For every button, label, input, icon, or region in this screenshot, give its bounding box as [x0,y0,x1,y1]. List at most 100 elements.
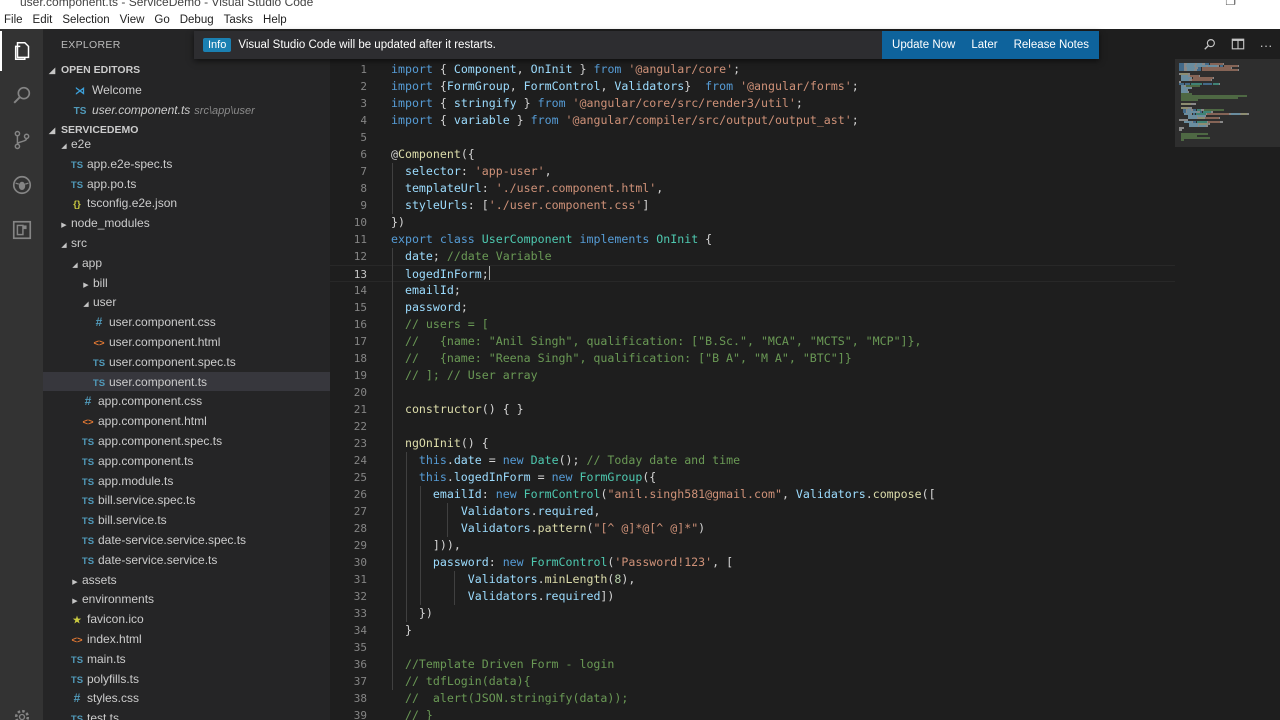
tree-file[interactable]: ★ favicon.ico [43,609,330,629]
tree-file[interactable]: TS main.ts [43,649,330,669]
code-line[interactable]: 16 // users = [ [330,316,1175,333]
code-line[interactable]: 23 ngOnInit() { [330,435,1175,452]
tree-file[interactable]: TS app.e2e-spec.ts [43,154,330,174]
code-editor[interactable]: 1 import { Component, OnInit } from '@ang… [330,59,1175,720]
open-editor-user-component-ts[interactable]: TS user.component.ts src\app\user [43,100,330,120]
code-line[interactable]: 38 // alert(JSON.stringify(data)); [330,690,1175,707]
tree-item-label: tsconfig.e2e.json [87,196,178,211]
code-line[interactable]: 36 //Template Driven Form - login [330,656,1175,673]
search-icon[interactable] [0,75,43,115]
code-line[interactable]: 15 password; [330,299,1175,316]
code-line[interactable]: 14 emailId; [330,282,1175,299]
code-line[interactable]: 7 selector: 'app-user', [330,163,1175,180]
code-line[interactable]: 27 Validators.required, [330,503,1175,520]
code-line[interactable]: 28 Validators.pattern("[^ @]*@[^ @]*") [330,520,1175,537]
code-line[interactable]: 26 emailId: new FormControl("anil.singh5… [330,486,1175,503]
menu-debug[interactable]: Debug [175,12,219,29]
code-line[interactable]: 19 // ]; // User array [330,367,1175,384]
tree-file[interactable]: TS user.component.spec.ts [43,352,330,372]
code-line[interactable]: 1 import { Component, OnInit } from '@ang… [330,61,1175,78]
code-line[interactable]: 9 styleUrls: ['./user.component.css'] [330,197,1175,214]
code-line[interactable]: 21 constructor() { } [330,401,1175,418]
debug-icon[interactable] [0,165,43,205]
code-line[interactable]: 6 @Component({ [330,146,1175,163]
menu-file[interactable]: File [0,12,28,29]
tree-folder[interactable]: ▶ bill [43,273,330,293]
code-line[interactable]: 37 // tdfLogin(data){ [330,673,1175,690]
code-text: Validators.required, [460,504,601,518]
tree-item-label: bill.service.ts [98,513,167,528]
tree-file[interactable]: <> user.component.html [43,332,330,352]
tree-folder[interactable]: ◢ src [43,233,330,253]
code-line[interactable]: 25 this.logedInForm = new FormGroup({ [330,469,1175,486]
code-line[interactable]: 31 Validators.minLength(8), [330,571,1175,588]
code-line[interactable]: 2 import {FormGroup, FormControl, Validat… [330,78,1175,95]
tree-file[interactable]: # styles.css [43,688,330,708]
tree-file[interactable]: TS app.module.ts [43,471,330,491]
code-line[interactable]: 10}) [330,214,1175,231]
menu-tasks[interactable]: Tasks [219,12,258,29]
tree-file[interactable]: <> index.html [43,629,330,649]
menu-help[interactable]: Help [258,12,292,29]
minimap[interactable] [1175,59,1280,720]
window-title: user.component.ts - ServiceDemo - Visual… [20,0,314,9]
code-line[interactable]: 20 [330,384,1175,401]
code-line[interactable]: 4 import { variable } from '@angular/comp… [330,112,1175,129]
tree-file[interactable]: TS app.component.spec.ts [43,431,330,451]
update-now-button[interactable]: Update Now [884,31,963,59]
tree-folder[interactable]: ▶ assets [43,570,330,590]
code-line[interactable]: 3 import { stringify } from '@angular/cor… [330,95,1175,112]
later-button[interactable]: Later [963,31,1005,59]
tree-folder[interactable]: ▶ environments [43,589,330,609]
menu-go[interactable]: Go [149,12,174,29]
tree-file[interactable]: <> app.component.html [43,411,330,431]
tree-file[interactable]: TS date-service.service.spec.ts [43,530,330,550]
tree-file[interactable]: # user.component.css [43,312,330,332]
code-line[interactable]: 13 logedInForm; [330,265,1175,282]
tree-folder[interactable]: ◢ user [43,292,330,312]
gear-icon[interactable] [12,707,32,720]
tree-file[interactable]: TS polyfills.ts [43,669,330,689]
code-line[interactable]: 32 Validators.required]) [330,588,1175,605]
source-control-icon[interactable] [0,120,43,160]
tree-folder[interactable]: ◢ e2e [43,134,330,154]
tree-file[interactable]: TS user.component.ts [43,371,330,392]
tree-folder[interactable]: ▶ node_modules [43,213,330,233]
code-line[interactable]: 33 }) [330,605,1175,622]
code-line[interactable]: 22 [330,418,1175,435]
code-line[interactable]: 24 this.date = new Date(); // Today date… [330,452,1175,469]
tree-file[interactable]: {} tsconfig.e2e.json [43,193,330,213]
tree-file[interactable]: TS date-service.service.ts [43,550,330,570]
tree-file[interactable]: TS test.ts [43,708,330,720]
files-icon[interactable] [0,31,43,71]
menu-selection[interactable]: Selection [57,12,114,29]
tree-folder[interactable]: ◢ app [43,253,330,273]
open-editor-welcome[interactable]: ⋊ Welcome [43,80,330,100]
tree-file[interactable]: TS bill.service.spec.ts [43,490,330,510]
code-line[interactable]: 34 } [330,622,1175,639]
extensions-icon[interactable] [0,210,43,250]
more-icon[interactable]: ··· [1252,38,1280,53]
tree-file[interactable]: TS bill.service.ts [43,510,330,530]
tree-file[interactable]: # app.component.css [43,391,330,411]
code-line[interactable]: 8 templateUrl: './user.component.html', [330,180,1175,197]
tree-file[interactable]: TS app.po.ts [43,174,330,194]
split-editor-icon[interactable] [1224,37,1252,54]
menu-view[interactable]: View [115,12,150,29]
tree-file[interactable]: TS app.component.ts [43,451,330,471]
restore-window-icon[interactable]: ❐ [1225,0,1236,8]
code-line[interactable]: 17 // {name: "Anil Singh", qualification… [330,333,1175,350]
code-line[interactable]: 35 [330,639,1175,656]
code-line[interactable]: 39 // } [330,707,1175,720]
open-editors-header[interactable]: ◢ OPEN EDITORS [43,60,330,80]
code-line[interactable]: 11 export class UserComponent implements … [330,231,1175,248]
code-text: Validators.minLength(8), [467,572,636,586]
code-line[interactable]: 30 password: new FormControl('Password!1… [330,554,1175,571]
menu-edit[interactable]: Edit [28,12,58,29]
code-line[interactable]: 12 date; //date Variable [330,248,1175,265]
code-line[interactable]: 5 [330,129,1175,146]
code-line[interactable]: 18 // {name: "Reena Singh", qualificatio… [330,350,1175,367]
release-notes-button[interactable]: Release Notes [1006,31,1097,59]
code-line[interactable]: 29 ])), [330,537,1175,554]
open-preview-icon[interactable] [1196,37,1224,54]
